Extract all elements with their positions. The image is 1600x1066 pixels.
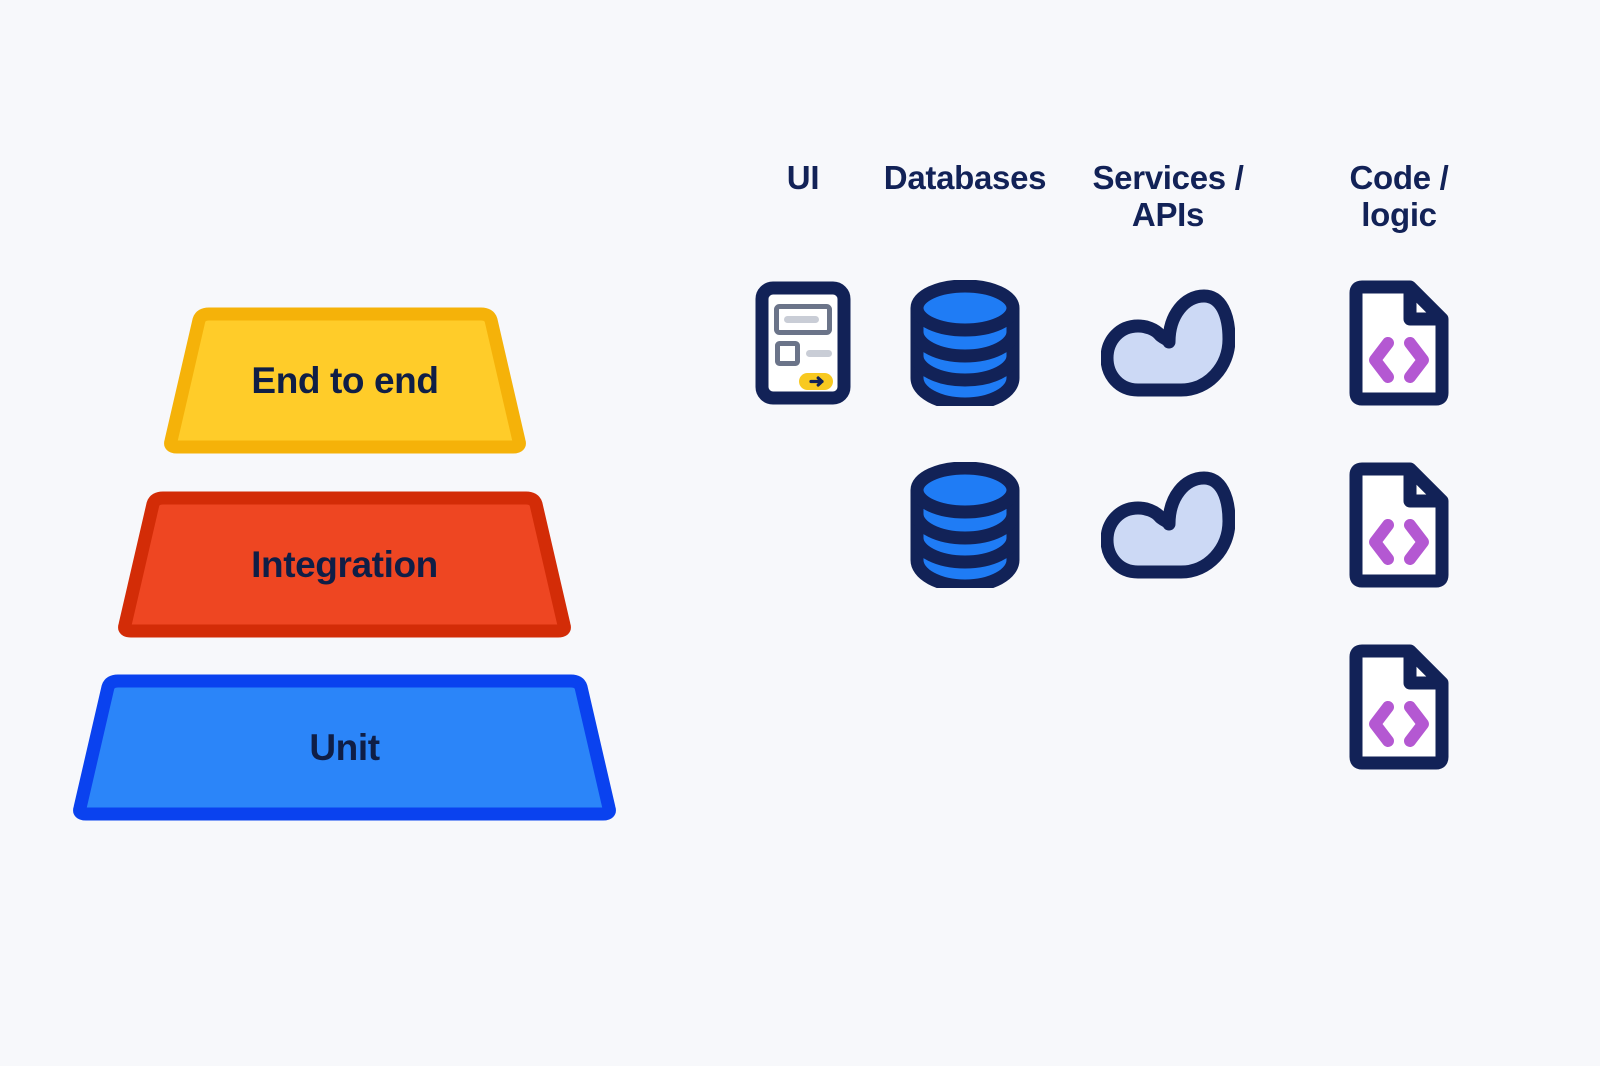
pyramid-layer-label: Unit xyxy=(309,726,380,768)
column-header-line2: APIs xyxy=(1131,195,1205,233)
column-header-line2: logic xyxy=(1361,195,1437,233)
column-header-code-logic: Code / logic xyxy=(1304,159,1494,252)
cloud-icon xyxy=(1100,285,1236,401)
grid-column-services-apis: Services / APIs xyxy=(1073,159,1263,798)
column-header-line1: Code / xyxy=(1349,159,1449,196)
grid-cell-code-integration xyxy=(1304,434,1494,616)
column-header-services-apis: Services / APIs xyxy=(1073,159,1263,252)
grid-column-code-logic: Code / logic xyxy=(1304,159,1494,798)
pyramid-layer-label: End to end xyxy=(251,359,439,401)
code-file-icon xyxy=(1348,644,1450,770)
grid-cell-services-end-to-end xyxy=(1073,252,1263,434)
pyramid-layer-end-to-end[interactable]: End to end xyxy=(163,307,527,454)
grid-cell-services-unit xyxy=(1073,616,1263,798)
column-header-line1: Services / xyxy=(1092,159,1244,196)
grid-cell-databases-end-to-end xyxy=(870,252,1060,434)
coverage-grid: UI Databases Services / APIs Code / logi… xyxy=(680,159,1600,860)
column-header-line1: Databases xyxy=(883,159,1047,196)
cloud-icon xyxy=(1100,467,1236,583)
grid-cell-code-end-to-end xyxy=(1304,252,1494,434)
grid-cell-databases-integration xyxy=(870,434,1060,616)
column-header-databases: Databases xyxy=(870,159,1060,252)
code-file-icon xyxy=(1348,462,1450,588)
diagram-canvas: End to end Integration Unit UI Databases… xyxy=(0,0,1600,1066)
grid-column-databases: Databases xyxy=(870,159,1060,798)
grid-cell-databases-unit xyxy=(870,616,1060,798)
pyramid-layer-label: Integration xyxy=(251,543,438,585)
database-icon xyxy=(908,461,1022,593)
testing-pyramid: End to end Integration Unit xyxy=(0,0,680,1066)
code-file-icon xyxy=(1348,280,1450,406)
grid-cell-code-unit xyxy=(1304,616,1494,798)
pyramid-layer-integration[interactable]: Integration xyxy=(117,491,572,638)
ui-form-icon xyxy=(755,281,851,405)
pyramid-layer-unit[interactable]: Unit xyxy=(72,674,617,821)
grid-cell-services-integration xyxy=(1073,434,1263,616)
database-icon xyxy=(908,279,1022,411)
